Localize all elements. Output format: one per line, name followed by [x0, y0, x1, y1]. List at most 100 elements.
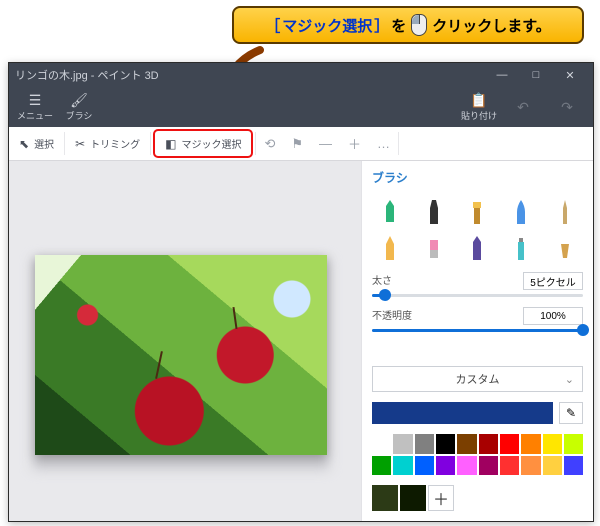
window-controls: — □ ✕ — [485, 63, 587, 87]
add-color-button[interactable]: ＋ — [428, 485, 454, 511]
color-swatch[interactable] — [479, 456, 498, 475]
brush-eraser[interactable] — [416, 232, 452, 262]
magic-select-icon: ◧ — [165, 137, 176, 151]
extra-palette-row: ＋ — [372, 485, 583, 511]
brush-fill[interactable] — [547, 232, 583, 262]
hamburger-icon: ☰ — [29, 93, 42, 107]
callout-wo: を — [391, 15, 406, 36]
rotate-icon: ⟲ — [264, 136, 275, 152]
zoom-out-button[interactable]: — — [311, 127, 340, 160]
undo-button[interactable]: ↶ — [501, 87, 545, 127]
thickness-input[interactable] — [523, 272, 583, 290]
paste-label: 貼り付け — [461, 109, 497, 122]
color-swatch[interactable] — [500, 456, 519, 475]
opacity-thumb[interactable] — [577, 324, 589, 336]
sub-toolbar: ⬉ 選択 ✂ トリミング ◧ マジック選択 ⟲ ⚑ — ＋ … — [9, 127, 593, 161]
undo-icon: ↶ — [517, 100, 529, 114]
brush-flat[interactable] — [460, 196, 496, 226]
color-swatch[interactable] — [415, 434, 434, 453]
crop-icon: ✂ — [75, 137, 85, 151]
mouse-icon — [411, 14, 427, 36]
color-swatch[interactable] — [564, 456, 583, 475]
color-swatch[interactable] — [372, 485, 398, 511]
eyedropper-icon: ✎ — [566, 406, 576, 420]
color-swatch[interactable] — [457, 456, 476, 475]
opacity-slider[interactable] — [372, 329, 583, 332]
color-swatch[interactable] — [415, 456, 434, 475]
magic-select-button[interactable]: ◧ マジック選択 — [153, 129, 253, 158]
color-swatch[interactable] — [436, 456, 455, 475]
thickness-thumb[interactable] — [379, 289, 391, 301]
color-swatch[interactable] — [457, 434, 476, 453]
callout-magic-select-text: マジック選択 — [282, 15, 372, 36]
canvas-image[interactable] — [35, 255, 327, 455]
more-button[interactable]: … — [369, 127, 398, 160]
separator — [398, 132, 399, 155]
cursor-icon: ⬉ — [19, 137, 29, 151]
titlebar: リンゴの木.jpg - ペイント 3D — □ ✕ — [9, 63, 593, 87]
opacity-input[interactable] — [523, 307, 583, 325]
color-swatch[interactable] — [372, 434, 391, 453]
brush-spray[interactable] — [503, 232, 539, 262]
paint3d-window: リンゴの木.jpg - ペイント 3D — □ ✕ ☰ メニュー 🖌 ブラシ 📋… — [8, 62, 594, 522]
canvas-area[interactable] — [9, 161, 361, 521]
color-swatch[interactable] — [436, 434, 455, 453]
rotate-button[interactable]: ⟲ — [256, 127, 283, 160]
select-button[interactable]: ⬉ 選択 — [9, 127, 64, 160]
custom-dropdown[interactable]: カスタム — [372, 366, 583, 392]
current-color-preview[interactable] — [372, 402, 553, 424]
spacer — [372, 342, 583, 356]
work-area: ブラシ 太さ — [9, 161, 593, 521]
opacity-fill — [372, 329, 583, 332]
redo-button[interactable]: ↷ — [545, 87, 589, 127]
minimize-button[interactable]: — — [485, 63, 519, 87]
brush-round[interactable] — [503, 196, 539, 226]
minus-icon: — — [319, 136, 332, 151]
flag-icon: ⚑ — [291, 136, 303, 152]
brush-fine[interactable] — [547, 196, 583, 226]
close-button[interactable]: ✕ — [553, 63, 587, 87]
maximize-button[interactable]: □ — [519, 63, 553, 87]
zoom-in-button[interactable]: ＋ — [340, 127, 369, 160]
flip-button[interactable]: ⚑ — [283, 127, 311, 160]
color-swatch[interactable] — [400, 485, 426, 511]
brush-grid — [372, 196, 583, 262]
side-panel: ブラシ 太さ — [361, 161, 593, 521]
brush-crayon[interactable] — [460, 232, 496, 262]
color-swatch[interactable] — [543, 456, 562, 475]
eyedropper-button[interactable]: ✎ — [559, 402, 583, 424]
main-toolbar: ☰ メニュー 🖌 ブラシ 📋 貼り付け ↶ ↷ — [9, 87, 593, 127]
callout-bracket-open: ［ — [265, 15, 280, 36]
color-swatch[interactable] — [500, 434, 519, 453]
color-swatch[interactable] — [393, 456, 412, 475]
crop-label: トリミング — [90, 136, 140, 151]
thickness-block: 太さ — [372, 272, 583, 297]
color-swatch[interactable] — [564, 434, 583, 453]
paste-icon: 📋 — [470, 93, 487, 107]
color-swatch[interactable] — [543, 434, 562, 453]
redo-icon: ↷ — [561, 100, 573, 114]
opacity-block: 不透明度 — [372, 307, 583, 332]
color-swatch[interactable] — [521, 456, 540, 475]
brush-tool-button[interactable]: 🖌 ブラシ — [57, 87, 101, 127]
magic-select-label: マジック選択 — [181, 136, 241, 151]
color-preview-row: ✎ — [372, 402, 583, 424]
window-title: リンゴの木.jpg - ペイント 3D — [15, 67, 485, 83]
more-icon: … — [377, 136, 390, 151]
paste-button[interactable]: 📋 貼り付け — [457, 87, 501, 127]
instruction-callout: ［ マジック選択 ］ を クリックします。 — [232, 6, 584, 44]
select-label: 選択 — [34, 136, 54, 151]
callout-bracket-close: ］ — [374, 15, 389, 36]
menu-button[interactable]: ☰ メニュー — [13, 87, 57, 127]
color-swatch[interactable] — [479, 434, 498, 453]
color-swatch[interactable] — [393, 434, 412, 453]
panel-title: ブラシ — [372, 169, 583, 186]
brush-tool-label: ブラシ — [66, 109, 93, 122]
crop-button[interactable]: ✂ トリミング — [65, 127, 150, 160]
color-swatch[interactable] — [372, 456, 391, 475]
thickness-slider[interactable] — [372, 294, 583, 297]
brush-calligraphy[interactable] — [416, 196, 452, 226]
brush-pencil[interactable] — [372, 232, 408, 262]
brush-marker[interactable] — [372, 196, 408, 226]
color-swatch[interactable] — [521, 434, 540, 453]
